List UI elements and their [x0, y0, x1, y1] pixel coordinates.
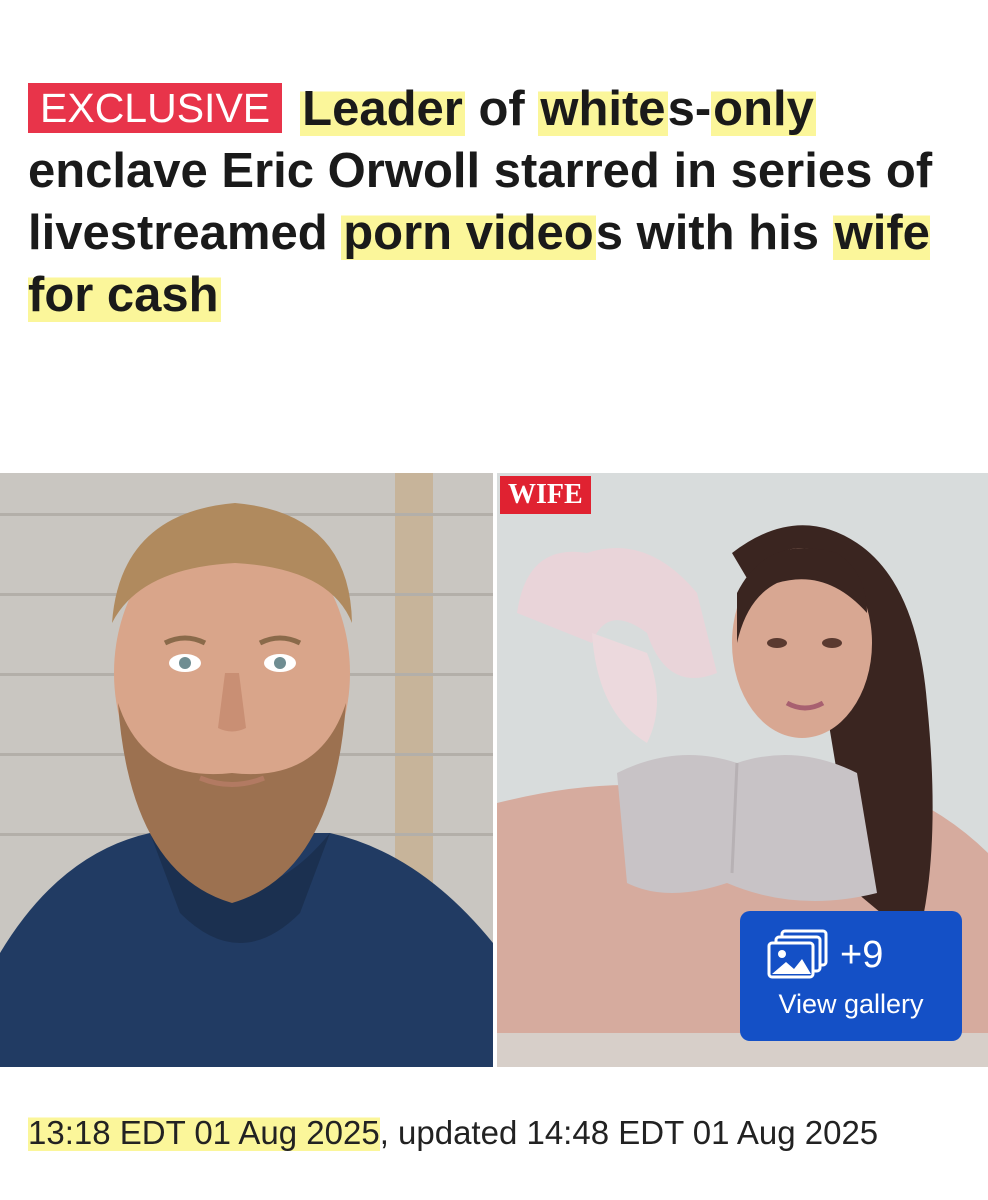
headline-text: s-: [667, 82, 712, 136]
gallery-label: View gallery: [778, 989, 924, 1019]
article-headline: EXCLUSIVE Leader of whites-only enclave E…: [28, 78, 958, 326]
photo-stack-icon: [766, 929, 830, 981]
headline-highlight-only: only: [711, 82, 816, 136]
exclusive-badge: EXCLUSIVE: [28, 83, 283, 133]
updated-time: , updated 14:48 EDT 01 Aug 2025: [379, 1114, 879, 1151]
photo-man[interactable]: [0, 473, 493, 1067]
article-dateline: 13:18 EDT 01 Aug 2025, updated 14:48 EDT…: [28, 1110, 958, 1156]
wife-label: WIFE: [500, 476, 591, 514]
headline-highlight-porn-video: porn video: [341, 206, 596, 260]
published-time: 13:18 EDT 01 Aug 2025: [28, 1114, 380, 1151]
headline-text: of: [464, 82, 539, 136]
headline-highlight-leader: Leader: [300, 82, 465, 136]
headline-text: s with his: [595, 206, 833, 260]
gallery-count: +9: [840, 934, 884, 976]
headline-highlight-white: white: [538, 82, 668, 136]
photo-man-image: [0, 473, 493, 1067]
view-gallery-button[interactable]: +9 View gallery: [740, 911, 962, 1041]
